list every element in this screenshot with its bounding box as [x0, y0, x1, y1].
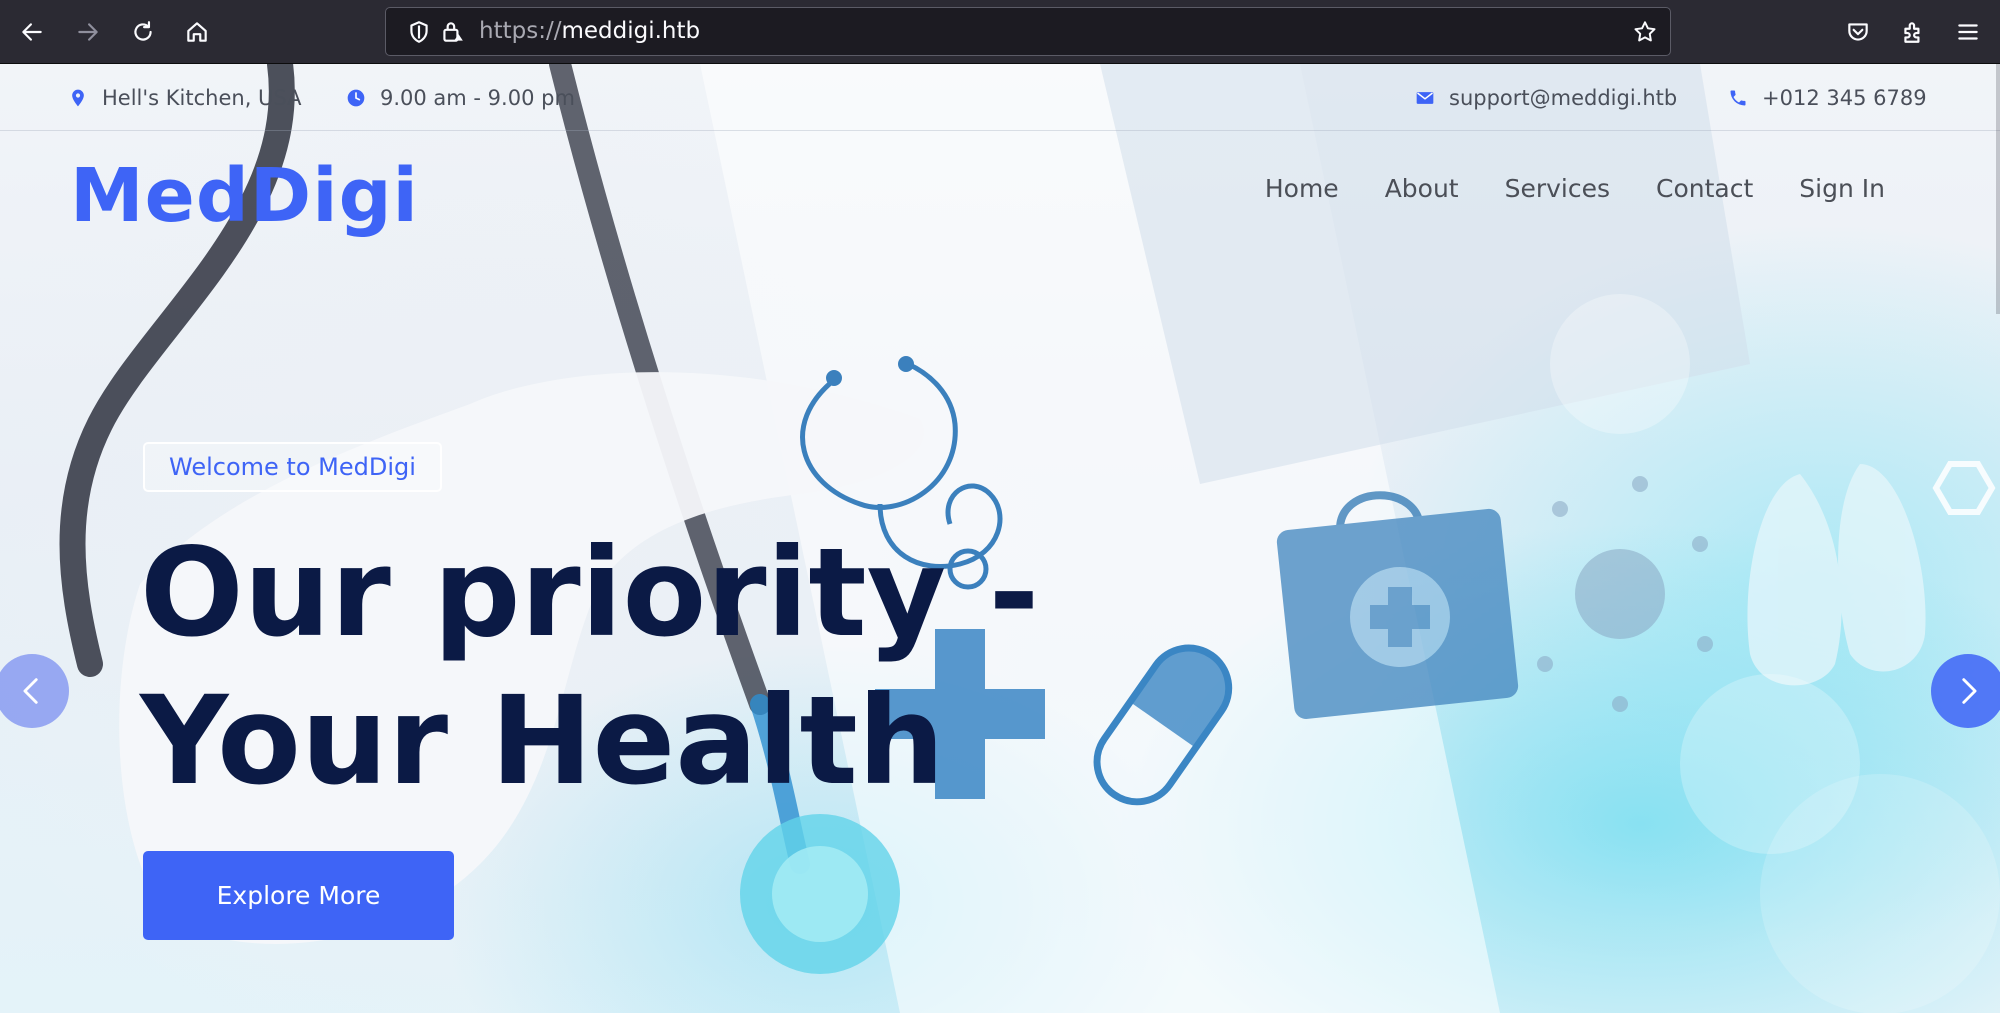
- home-button[interactable]: [177, 12, 217, 52]
- shield-icon[interactable]: [406, 19, 432, 45]
- pocket-button[interactable]: [1838, 12, 1878, 52]
- email-info[interactable]: support@meddigi.htb: [1415, 64, 1677, 131]
- explore-more-button[interactable]: Explore More: [143, 851, 454, 940]
- hero-section: Hell's Kitchen, USA 9.00 am - 9.00 pm su…: [0, 64, 2000, 1013]
- hero-headline-line-1: Our priority -: [140, 522, 1040, 664]
- browser-toolbar: https://meddigi.htb: [0, 0, 2000, 64]
- reload-button[interactable]: [123, 12, 163, 52]
- envelope-icon: [1416, 91, 1434, 104]
- chevron-left-icon: [23, 678, 38, 704]
- page-scrollbar[interactable]: [1996, 64, 2000, 314]
- back-icon: [22, 23, 42, 41]
- forward-button[interactable]: [68, 12, 108, 52]
- menu-icon: [1958, 24, 1978, 40]
- hours-text: 9.00 am - 9.00 pm: [380, 85, 575, 110]
- app-menu-button[interactable]: [1948, 12, 1988, 52]
- extensions-icon: [1904, 22, 1920, 43]
- contact-topbar: Hell's Kitchen, USA 9.00 am - 9.00 pm su…: [0, 64, 2000, 131]
- hero-headline-line-2: Your Health: [140, 670, 945, 812]
- phone-info[interactable]: +012 345 6789: [1728, 64, 1927, 131]
- site-logo[interactable]: MedDigi: [70, 146, 419, 246]
- clock-icon: [347, 89, 365, 106]
- email-text[interactable]: support@meddigi.htb: [1449, 86, 1677, 110]
- welcome-badge: Welcome to MedDigi: [143, 442, 442, 492]
- extensions-button[interactable]: [1893, 12, 1933, 52]
- url-host: meddigi.htb: [561, 18, 701, 44]
- back-button[interactable]: [12, 12, 52, 52]
- home-icon: [187, 22, 207, 42]
- nav-sign-in-link[interactable]: Sign In: [1776, 164, 1908, 214]
- url-scheme: https://: [479, 18, 562, 44]
- location-info: Hell's Kitchen, USA: [68, 64, 302, 131]
- hero-headline: Our priority - Your Health: [140, 519, 1140, 815]
- forward-icon: [78, 23, 98, 41]
- phone-icon: [1730, 90, 1746, 105]
- lock-icon[interactable]: [439, 19, 465, 45]
- nav-services-link[interactable]: Services: [1482, 164, 1633, 214]
- pocket-icon: [1848, 23, 1868, 41]
- reload-icon: [134, 21, 152, 41]
- url-text[interactable]: https://meddigi.htb: [479, 8, 700, 55]
- hours-info: 9.00 am - 9.00 pm: [346, 64, 575, 131]
- nav-contact-link[interactable]: Contact: [1633, 164, 1776, 214]
- location-text: Hell's Kitchen, USA: [102, 85, 302, 110]
- carousel-next-button[interactable]: [1931, 654, 2000, 728]
- nav-about-link[interactable]: About: [1362, 164, 1482, 214]
- chevron-right-icon: [1962, 678, 1977, 704]
- bookmark-star-icon[interactable]: [1632, 19, 1658, 45]
- phone-text[interactable]: +012 345 6789: [1762, 86, 1927, 110]
- main-navigation: Home About Services Contact Sign In: [1242, 164, 1908, 214]
- nav-home-link[interactable]: Home: [1242, 164, 1362, 214]
- url-bar[interactable]: https://meddigi.htb: [385, 7, 1671, 56]
- map-pin-icon: [72, 89, 84, 106]
